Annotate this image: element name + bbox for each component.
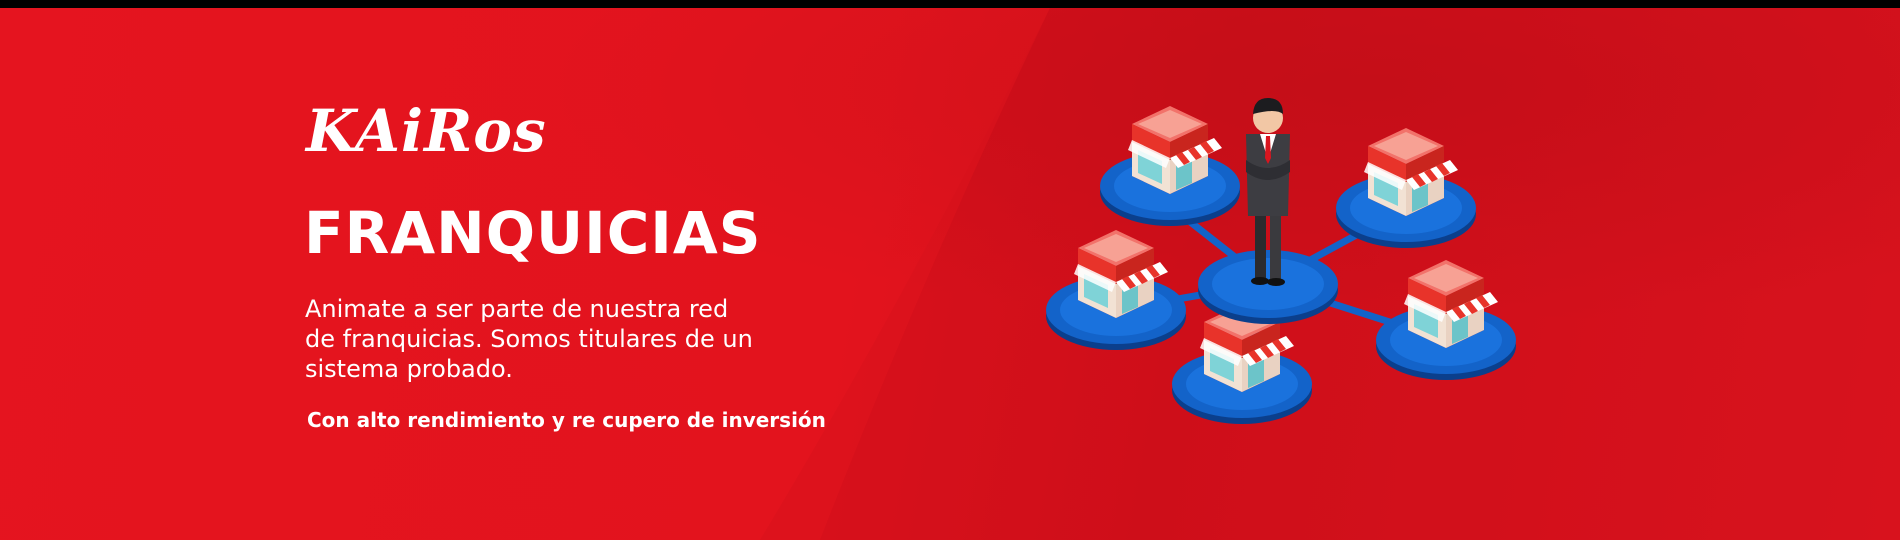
store-node [1100,106,1240,226]
store-node [1046,230,1186,350]
store-node [1336,128,1476,248]
description-line: Animate a ser parte de nuestra red [305,295,729,323]
description-line: sistema probado. [305,355,513,383]
store-node [1376,260,1516,380]
hero-banner: KAiRos FRANQUICIAS Animate a ser parte d… [0,8,1900,540]
background-sheen [0,8,1900,540]
page-title: FRANQUICIAS [304,199,762,267]
hero-description: Animate a ser parte de nuestra red de fr… [305,294,805,384]
description-line: de franquicias. Somos titulares de un [305,325,753,353]
franchise-network-icon [1046,98,1516,424]
logo-text: KAiRos [306,97,547,165]
kairos-logo[interactable]: KAiRos [300,100,546,182]
hero-tagline: Con alto rendimiento y re cupero de inve… [307,408,826,432]
